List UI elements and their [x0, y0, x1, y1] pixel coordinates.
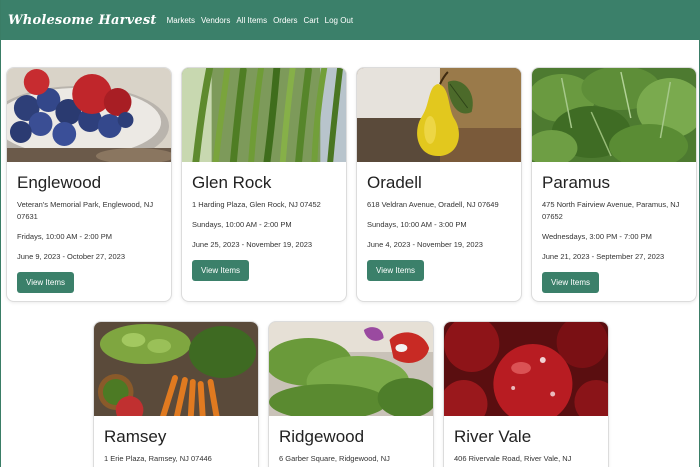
pear-image [357, 68, 521, 162]
market-name: River Vale [454, 427, 532, 446]
herbs-image [269, 322, 433, 416]
market-name: Oradell [367, 173, 422, 192]
nav-link-all-items[interactable]: All Items [236, 16, 267, 25]
market-season: June 4, 2023 - November 19, 2023 [367, 240, 483, 249]
market-card-paramus: Paramus 475 North Fairview Avenue, Param… [531, 67, 697, 302]
market-name: Ramsey [104, 427, 167, 446]
market-address: 6 Garber Square, Ridgewood, NJ [279, 454, 390, 463]
market-address: 618 Veldran Avenue, Oradell, NJ 07649 [367, 200, 499, 209]
market-card-oradell: Oradell 618 Veldran Avenue, Oradell, NJ … [356, 67, 522, 302]
market-season: June 9, 2023 - October 27, 2023 [17, 252, 125, 261]
market-card-river-vale: River Vale 406 Rivervale Road, River Val… [443, 321, 609, 467]
spinach-image [532, 68, 696, 162]
nav-link-cart[interactable]: Cart [304, 16, 319, 25]
nav-link-orders[interactable]: Orders [273, 16, 297, 25]
market-hours: Fridays, 10:00 AM - 2:00 PM [17, 232, 113, 241]
nav-link-markets[interactable]: Markets [167, 16, 195, 25]
market-address: 475 North Fairview Avenue, Paramus, NJ 0… [542, 200, 680, 221]
view-items-button[interactable]: View Items [367, 260, 424, 281]
market-name: Glen Rock [192, 173, 272, 192]
berries-image [7, 68, 171, 162]
market-address: Veteran's Memorial Park, Englewood, NJ 0… [17, 200, 154, 221]
view-items-button[interactable]: View Items [17, 272, 74, 293]
market-hours: Wednesdays, 3:00 PM - 7:00 PM [542, 232, 652, 241]
view-items-button[interactable]: View Items [542, 272, 599, 293]
market-address: 406 Rivervale Road, River Vale, NJ [454, 454, 572, 463]
market-address: 1 Erie Plaza, Ramsey, NJ 07446 [104, 454, 212, 463]
market-address: 1 Harding Plaza, Glen Rock, NJ 07452 [192, 200, 321, 209]
top-navbar: Wholesome Harvest Markets Vendors All It… [1, 0, 700, 40]
nav-link-vendors[interactable]: Vendors [201, 16, 230, 25]
market-season: June 21, 2023 - September 27, 2023 [542, 252, 665, 261]
market-season: June 25, 2023 - November 19, 2023 [192, 240, 313, 249]
view-items-button[interactable]: View Items [192, 260, 249, 281]
market-hours: Sundays, 10:00 AM - 3:00 PM [367, 220, 467, 229]
market-card-ridgewood: Ridgewood 6 Garber Square, Ridgewood, NJ [268, 321, 434, 467]
apples-image [444, 322, 608, 416]
market-name: Englewood [17, 173, 102, 192]
vegetables-image [94, 322, 258, 416]
nav-link-log-out[interactable]: Log Out [325, 16, 353, 25]
green-beans-image [182, 68, 346, 162]
market-name: Ridgewood [279, 427, 365, 446]
market-name: Paramus [542, 173, 611, 192]
market-card-glen-rock: Glen Rock 1 Harding Plaza, Glen Rock, NJ… [181, 67, 347, 302]
brand-logo[interactable]: Wholesome Harvest [8, 13, 157, 28]
market-hours: Sundays, 10:00 AM - 2:00 PM [192, 220, 292, 229]
market-card-ramsey: Ramsey 1 Erie Plaza, Ramsey, NJ 07446 [93, 321, 259, 467]
market-card-englewood: Englewood Veteran's Memorial Park, Engle… [6, 67, 172, 302]
